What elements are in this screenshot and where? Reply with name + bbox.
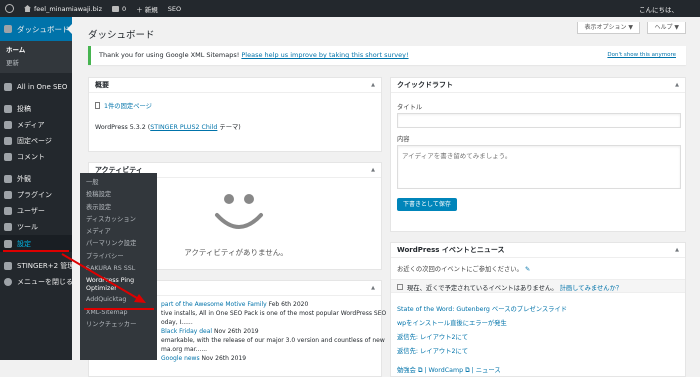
external-link-icon: ⧉ xyxy=(465,367,470,374)
events-footer: 勉強会 ⧉ | WordCamp ⧉ | ニュース xyxy=(397,367,501,374)
external-link-icon: ⧉ xyxy=(417,367,423,374)
wordcamps-link[interactable]: WordCamp xyxy=(429,367,464,374)
red-arrow-annotation xyxy=(3,250,154,310)
meetups-link[interactable]: 勉強会 xyxy=(397,367,416,374)
news-footer-link[interactable]: ニュース xyxy=(476,367,501,374)
